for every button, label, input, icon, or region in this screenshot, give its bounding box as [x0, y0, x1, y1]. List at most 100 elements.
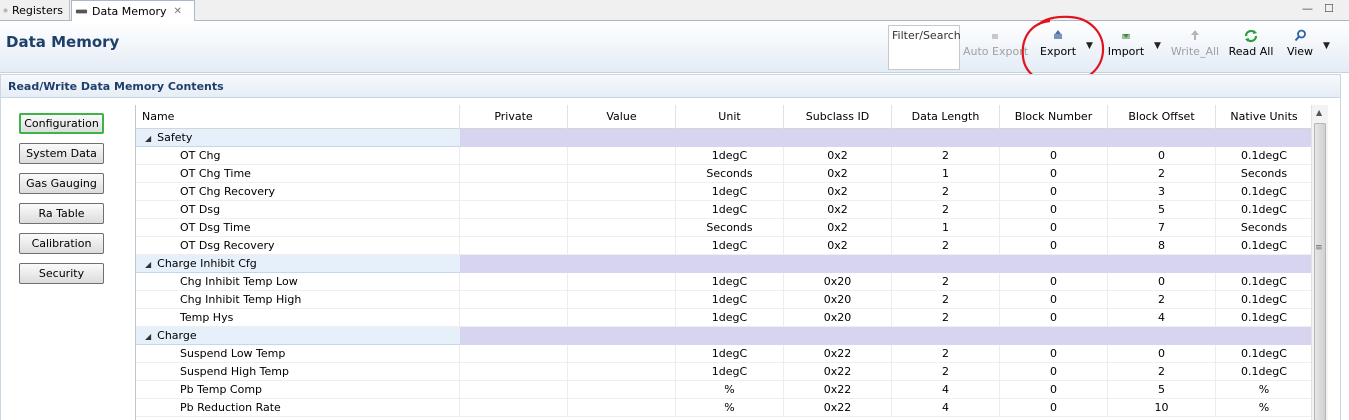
group-row[interactable]: ◢ Safety	[136, 129, 1328, 147]
cell-value[interactable]	[568, 345, 676, 363]
cell-block-offset: 2	[1108, 291, 1216, 309]
column-header-subclass-id[interactable]: Subclass ID	[784, 105, 892, 129]
cell-value[interactable]	[568, 237, 676, 255]
sidebar-item-calibration[interactable]: Calibration	[19, 233, 104, 254]
tab-data-memory[interactable]: Data Memory ✕	[71, 0, 195, 22]
cell-private	[460, 201, 568, 219]
column-header-unit[interactable]: Unit	[676, 105, 784, 129]
cell-value[interactable]	[568, 309, 676, 327]
cell-native-units: 0.1degC	[1216, 273, 1313, 291]
cell-value[interactable]	[568, 219, 676, 237]
import-dropdown-icon[interactable]: ▼	[1154, 41, 1161, 51]
sidebar-item-ra-table[interactable]: Ra Table	[19, 203, 104, 224]
cell-value[interactable]	[568, 183, 676, 201]
sidebar-item-configuration[interactable]: Configuration	[19, 113, 104, 134]
table-row[interactable]: OT Dsg Time Seconds 0x2 1 0 7 Seconds	[136, 219, 1328, 237]
cell-native-units: Seconds	[1216, 165, 1313, 183]
collapse-triangle-icon[interactable]: ◢	[145, 130, 151, 147]
cell-block-offset: 0	[1108, 345, 1216, 363]
cell-value[interactable]	[568, 147, 676, 165]
cell-native-units: 0.1degC	[1216, 363, 1313, 381]
cell-private	[460, 291, 568, 309]
cell-subclass-id: 0x22	[784, 345, 892, 363]
page-header: Data Memory Filter/Search Auto Export Ex…	[0, 21, 1349, 73]
cell-native-units: 0.1degC	[1216, 345, 1313, 363]
cell-block-number: 0	[1000, 345, 1108, 363]
sidebar-item-security[interactable]: Security	[19, 263, 104, 284]
collapse-triangle-icon[interactable]: ◢	[145, 328, 151, 345]
table-row[interactable]: OT Chg 1degC 0x2 2 0 0 0.1degC	[136, 147, 1328, 165]
cell-data-length: 4	[892, 381, 1000, 399]
cell-data-length: 2	[892, 201, 1000, 219]
read-all-button[interactable]: Read All	[1227, 29, 1275, 58]
filter-search-box[interactable]: Filter/Search	[888, 25, 961, 70]
sidebar-item-gas-gauging[interactable]: Gas Gauging	[19, 173, 104, 194]
auto-export-button[interactable]: Auto Export	[963, 29, 1028, 58]
scrollbar-thumb[interactable]	[1314, 123, 1326, 420]
table-row[interactable]: Temp Hys 1degC 0x20 2 0 4 0.1degC	[136, 309, 1328, 327]
cell-value[interactable]	[568, 291, 676, 309]
column-header-block-number[interactable]: Block Number	[1000, 105, 1108, 129]
cell-data-length: 1	[892, 219, 1000, 237]
column-header-data-length[interactable]: Data Length	[892, 105, 1000, 129]
export-dropdown-icon[interactable]: ▼	[1086, 41, 1093, 51]
collapse-triangle-icon[interactable]: ◢	[145, 256, 151, 273]
import-button[interactable]: Import	[1106, 29, 1146, 58]
table-row[interactable]: Suspend Low Temp 1degC 0x22 2 0 0 0.1degC	[136, 345, 1328, 363]
cell-block-offset: 10	[1108, 399, 1216, 417]
cell-unit: 1degC	[676, 147, 784, 165]
table-row[interactable]: OT Dsg 1degC 0x2 2 0 5 0.1degC	[136, 201, 1328, 219]
cell-private	[460, 363, 568, 381]
cell-private	[460, 219, 568, 237]
vertical-scrollbar[interactable]: ▲ ≡	[1311, 105, 1328, 420]
view-dropdown-icon[interactable]: ▼	[1323, 41, 1330, 51]
table-row[interactable]: Suspend High Temp 1degC 0x22 2 0 2 0.1degC	[136, 363, 1328, 381]
table-row[interactable]: Chg Inhibit Temp Low 1degC 0x20 2 0 0 0.1degC	[136, 273, 1328, 291]
cell-block-offset: 0	[1108, 273, 1216, 291]
view-button[interactable]: View	[1284, 29, 1316, 58]
filter-search-label: Filter/Search	[892, 29, 961, 42]
cell-name: OT Dsg	[136, 201, 460, 219]
cell-data-length: 2	[892, 273, 1000, 291]
table-row[interactable]: OT Dsg Recovery 1degC 0x2 2 0 8 0.1degC	[136, 237, 1328, 255]
table-row[interactable]: Pb Reduction Rate% 0x22 4 0 10%	[136, 399, 1328, 417]
group-name-cell[interactable]: ◢ Safety	[136, 129, 460, 147]
column-header-name[interactable]: Name	[136, 105, 460, 129]
column-header-private[interactable]: Private	[460, 105, 568, 129]
column-header-value[interactable]: Value	[568, 105, 676, 129]
group-row[interactable]: ◢ Charge Inhibit Cfg	[136, 255, 1328, 273]
cell-value[interactable]	[568, 381, 676, 399]
cell-native-units: 0.1degC	[1216, 201, 1313, 219]
cell-value[interactable]	[568, 363, 676, 381]
table-row[interactable]: Pb Temp Comp% 0x22 4 0 5%	[136, 381, 1328, 399]
write-all-button[interactable]: Write_All	[1169, 29, 1221, 58]
column-header-native-units[interactable]: Native Units	[1216, 105, 1313, 129]
table-row[interactable]: Chg Inhibit Temp High 1degC 0x20 2 0 2 0.1degC	[136, 291, 1328, 309]
scroll-up-icon[interactable]: ▲	[1316, 108, 1322, 117]
cell-block-number: 0	[1000, 399, 1108, 417]
minimize-button[interactable]: —	[1302, 2, 1313, 15]
maximize-button[interactable]: ☐	[1324, 2, 1334, 15]
cell-value[interactable]	[568, 399, 676, 417]
column-header-block-offset[interactable]: Block Offset	[1108, 105, 1216, 129]
cell-subclass-id: 0x2	[784, 201, 892, 219]
close-icon[interactable]: ✕	[174, 6, 182, 17]
cell-subclass-id: 0x2	[784, 183, 892, 201]
group-name-cell[interactable]: ◢ Charge Inhibit Cfg	[136, 255, 460, 273]
table-row[interactable]: OT Chg Time Seconds 0x2 1 0 2 Seconds	[136, 165, 1328, 183]
cell-value[interactable]	[568, 201, 676, 219]
cell-value[interactable]	[568, 273, 676, 291]
cell-subclass-id: 0x20	[784, 309, 892, 327]
cell-unit: %	[676, 399, 784, 417]
table-row[interactable]: OT Chg Recovery 1degC 0x2 2 0 3 0.1degC	[136, 183, 1328, 201]
cell-value[interactable]	[568, 165, 676, 183]
export-button[interactable]: Export	[1040, 29, 1076, 58]
section-title: Read/Write Data Memory Contents	[8, 80, 224, 93]
cell-name: OT Dsg Recovery	[136, 237, 460, 255]
tab-registers[interactable]: Registers	[0, 0, 70, 21]
cell-name: Temp Hys	[136, 309, 460, 327]
sidebar-item-system-data[interactable]: System Data	[19, 143, 104, 164]
group-name-cell[interactable]: ◢ Charge	[136, 327, 460, 345]
group-row[interactable]: ◢ Charge	[136, 327, 1328, 345]
tab-label: Data Memory	[92, 4, 167, 18]
